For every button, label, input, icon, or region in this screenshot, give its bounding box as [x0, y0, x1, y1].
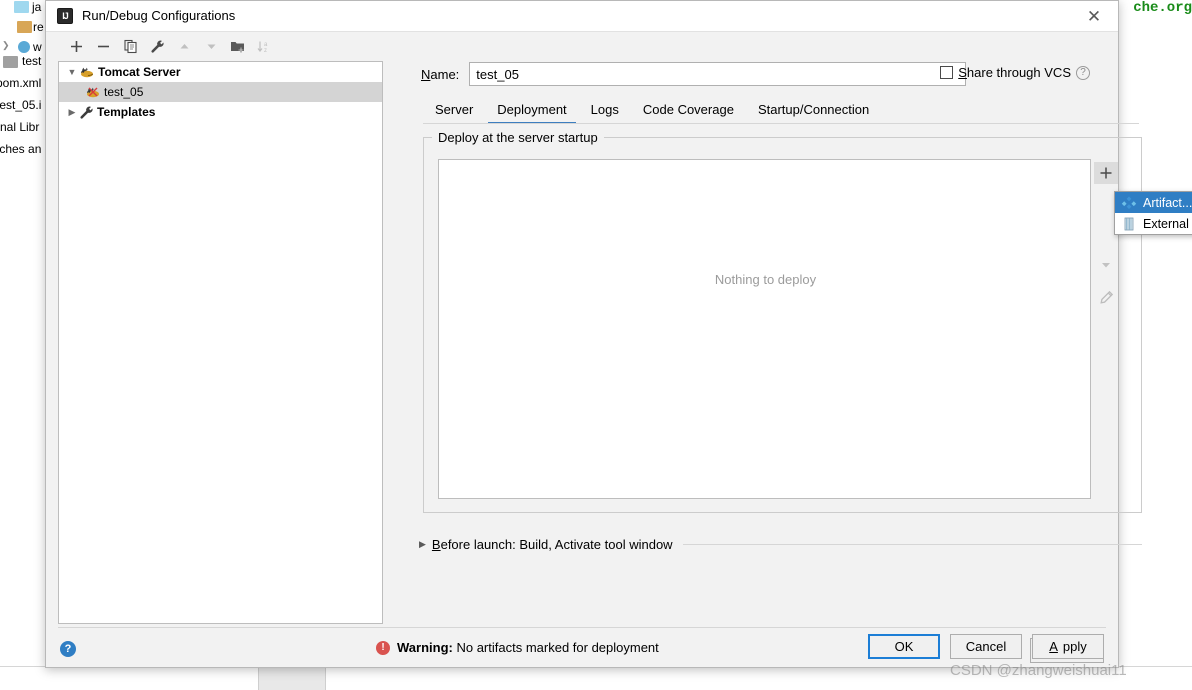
wrench-icon	[79, 105, 94, 120]
screenshot-root: che.org ja re w ❯ test pom.xml test_05.i…	[0, 0, 1192, 690]
tomcat-icon	[85, 85, 101, 100]
bg-tree-item-scratches: tches an	[0, 142, 42, 156]
name-input[interactable]	[469, 62, 967, 86]
chevron-down-icon[interactable]: ▼	[65, 67, 79, 77]
help-button[interactable]: ?	[60, 641, 76, 657]
bg-tree-item-java: ja	[32, 0, 42, 14]
share-vcs-label: Share through VCS	[958, 65, 1071, 80]
tree-row[interactable]: ▼ Tomcat Server	[59, 62, 382, 82]
configurations-panel: a z ▼ Tomcat Server test_05 ▶ Templates	[58, 32, 383, 624]
add-configuration-button[interactable]	[63, 35, 89, 59]
bg-tree-item-external-libraries: rnal Libr	[0, 120, 40, 134]
help-icon[interactable]: ?	[1076, 65, 1090, 80]
chevron-right-icon: ❯	[2, 40, 10, 50]
edit-artifact-button[interactable]	[1094, 286, 1118, 308]
bg-tree-item-test: test	[22, 54, 42, 68]
background-url-text: che.org	[1133, 0, 1192, 16]
move-down-button[interactable]	[198, 35, 224, 59]
tabs-divider	[423, 123, 1139, 124]
folder-icon	[3, 56, 18, 68]
apply-button[interactable]: Apply	[1032, 634, 1104, 659]
name-label: Name:	[421, 66, 460, 82]
edit-templates-button[interactable]	[144, 35, 170, 59]
warning-prefix: Warning:	[397, 640, 453, 655]
tab-server[interactable]: Server	[423, 98, 485, 124]
tab-logs[interactable]: Logs	[579, 98, 631, 124]
menu-item-artifact[interactable]: Artifact...	[1115, 192, 1192, 213]
deployment-artifacts-list[interactable]: Nothing to deploy	[438, 159, 1091, 499]
menu-item-label: External Source...	[1143, 216, 1192, 231]
configurations-toolbar: a z	[58, 32, 383, 61]
chevron-right-icon[interactable]: ▶	[65, 107, 79, 118]
bg-tree-item-web: w	[33, 40, 42, 54]
cancel-button[interactable]: Cancel	[950, 634, 1022, 659]
warning-detail: No artifacts marked for deployment	[456, 640, 659, 655]
configuration-editor-panel: Name: Share through VCS ? Server Deploym…	[383, 32, 1192, 669]
tree-item-label: test_05	[104, 85, 144, 99]
share-vcs-checkbox[interactable]	[940, 66, 954, 79]
nothing-to-deploy-label: Nothing to deploy	[714, 272, 817, 287]
editor-tabs: Server Deployment Logs Code Coverage Sta…	[423, 95, 881, 124]
dialog-title: Run/Debug Configurations	[82, 8, 236, 23]
svg-text:z: z	[264, 48, 267, 54]
tomcat-icon	[79, 65, 95, 80]
before-launch-divider	[682, 544, 1142, 545]
name-row: Name:	[421, 62, 967, 86]
move-up-button[interactable]	[171, 35, 197, 59]
add-artifact-popup-menu: Artifact... External Source...	[1114, 191, 1192, 235]
menu-item-label: Artifact...	[1143, 195, 1192, 210]
warning-icon: !	[376, 640, 390, 655]
tree-row[interactable]: ▶ Templates	[59, 102, 382, 122]
bg-tree-item-resources: re	[33, 20, 44, 34]
before-launch-row[interactable]: ▶ Before launch: Build, Activate tool wi…	[419, 537, 1142, 552]
bg-tree-item-iml: test_05.i	[0, 98, 42, 112]
share-through-vcs-row[interactable]: Share through VCS ?	[940, 65, 1090, 80]
tree-item-label: Tomcat Server	[98, 65, 181, 79]
resources-folder-icon	[17, 21, 32, 33]
add-artifact-button[interactable]	[1094, 162, 1118, 184]
dialog-titlebar: IJ Run/Debug Configurations ✕	[46, 1, 1118, 32]
tree-row[interactable]: test_05	[59, 82, 382, 102]
copy-configuration-button[interactable]	[117, 35, 143, 59]
ide-bottom-tab[interactable]	[258, 668, 326, 690]
warning-message: ! Warning: No artifacts marked for deplo…	[376, 640, 659, 655]
bg-tree-item-pom: pom.xml	[0, 76, 42, 90]
ok-button[interactable]: OK	[868, 634, 940, 659]
folder-icon	[14, 1, 29, 13]
artifact-diamond-icon	[1121, 195, 1137, 211]
close-icon[interactable]: ✕	[1080, 6, 1108, 28]
external-source-icon	[1121, 216, 1137, 232]
ide-bottom-strip	[0, 666, 1192, 690]
tab-code-coverage[interactable]: Code Coverage	[631, 98, 746, 124]
deploy-group-title: Deploy at the server startup	[432, 130, 604, 145]
run-debug-configurations-dialog: IJ Run/Debug Configurations ✕ a z ▼ Tomc…	[45, 0, 1192, 669]
tree-item-label: Templates	[97, 105, 156, 119]
configurations-tree[interactable]: ▼ Tomcat Server test_05 ▶ Templates	[58, 61, 383, 624]
web-folder-icon	[18, 41, 30, 53]
intellij-idea-icon: IJ	[57, 8, 73, 24]
chevron-right-icon[interactable]: ▶	[419, 539, 426, 550]
tab-deployment[interactable]: Deployment	[485, 98, 578, 124]
footer-divider	[58, 627, 1106, 628]
tab-startup-connection[interactable]: Startup/Connection	[746, 98, 881, 124]
remove-configuration-button[interactable]	[90, 35, 116, 59]
menu-item-external-source[interactable]: External Source...	[1115, 213, 1192, 234]
move-down-artifact-button[interactable]	[1094, 254, 1118, 276]
create-folder-button[interactable]	[225, 35, 251, 59]
before-launch-label: Before launch: Build, Activate tool wind…	[431, 537, 673, 552]
sort-configurations-button[interactable]: a z	[252, 35, 278, 59]
warning-text: Warning: No artifacts marked for deploym…	[397, 640, 659, 655]
dialog-body: a z ▼ Tomcat Server test_05 ▶ Templates …	[46, 32, 1192, 669]
dialog-button-bar: OK Cancel Apply	[868, 634, 1104, 659]
